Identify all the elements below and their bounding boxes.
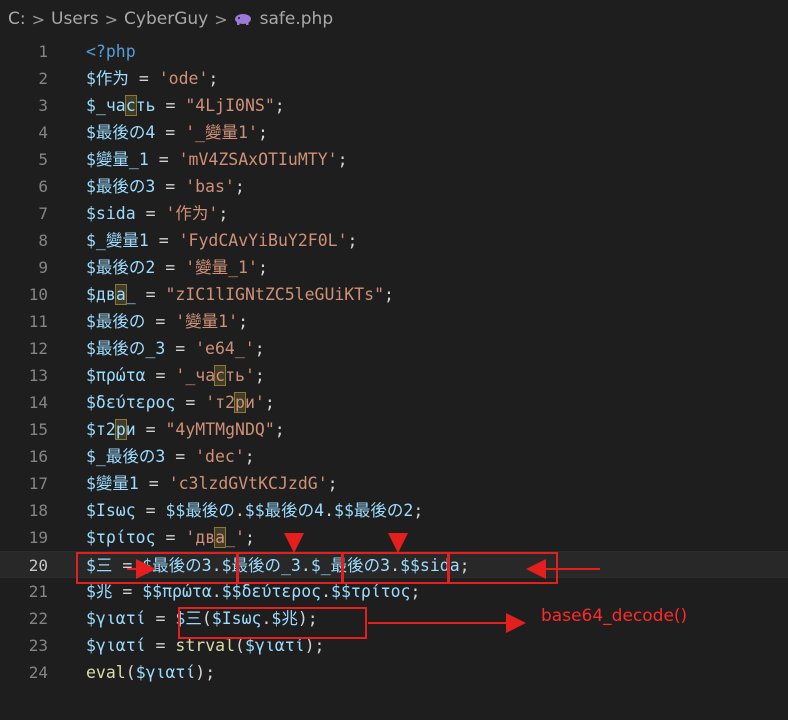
highlight-box-1: [76, 552, 238, 584]
highlight-box-3: [342, 552, 449, 584]
highlight-box-2: [237, 552, 343, 584]
highlight-box-5: [178, 607, 367, 639]
highlight-box-4: [448, 552, 558, 584]
annotation-note: base64_decode(): [541, 606, 688, 626]
